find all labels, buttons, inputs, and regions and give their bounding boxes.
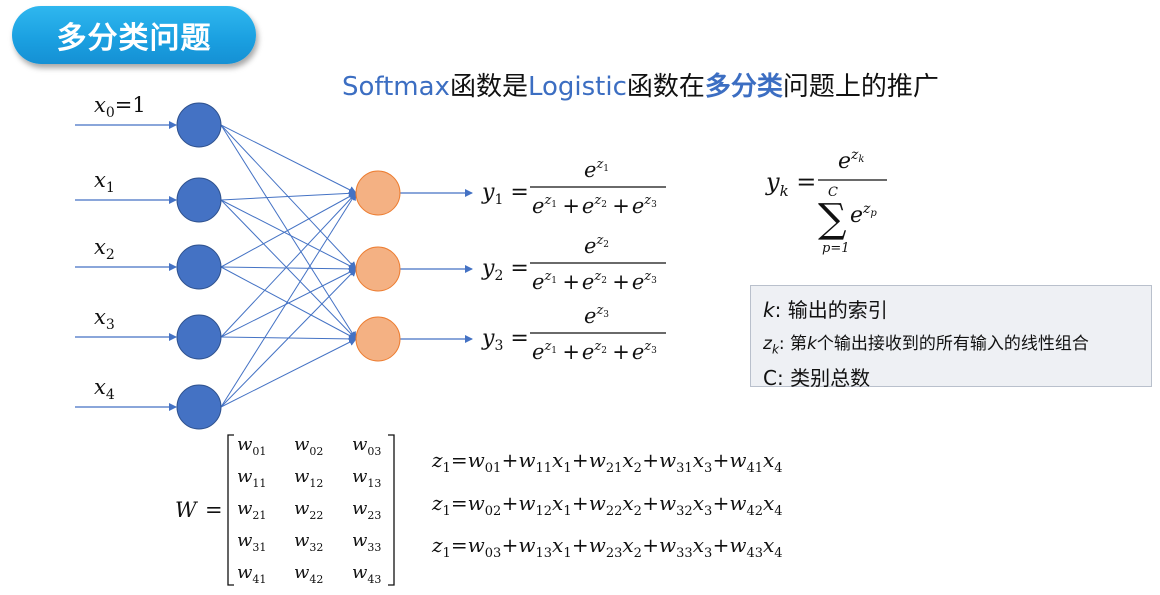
matrix-cell: w22 — [294, 498, 323, 522]
input-label-3: x3 — [94, 305, 115, 333]
matrix-cell: w33 — [352, 530, 381, 554]
legend-k-symbol: k — [763, 298, 775, 322]
edge-2-0 — [220, 192, 357, 268]
sum-lower-limit: p=1 — [822, 241, 850, 256]
legend-box: k: 输出的索引 zk: 第k个输出接收到的所有输入的线性组合 C: 类别总数 — [750, 285, 1152, 390]
matrix-cell: w01 — [237, 434, 266, 458]
output-node-0 — [355, 170, 401, 216]
edge-4-0 — [220, 192, 357, 408]
output-formula-denominator: ez1 +ez2 +ez3 — [532, 339, 657, 364]
legend-c-symbol: C — [763, 366, 777, 391]
linear-equation-1: z1=w01 +w11x1 +w21x2 +w31x3 +w41x4 — [431, 448, 783, 476]
edge-0-2 — [220, 124, 357, 340]
output-formula-lhs: y1 = — [481, 180, 529, 208]
legend-zk-sub: k — [771, 342, 779, 357]
matrix-right-bracket — [388, 434, 395, 586]
output-formula-lhs: y3 = — [481, 326, 529, 354]
linear-equation-2: z1=w02 +w12x1 +w22x2 +w32x3 +w42x4 — [431, 491, 783, 519]
output-formula-numerator: ez2 — [584, 233, 609, 258]
legend-c-text: : 类别总数 — [776, 366, 871, 391]
sum-sign: ∑ — [818, 196, 847, 242]
matrix-cell: w21 — [237, 498, 266, 522]
input-label-2: x2 — [94, 235, 115, 263]
output-formula-numerator: ez3 — [584, 303, 609, 328]
network-nodes — [176, 102, 401, 430]
linear-equation-3: z1=w03 +w13x1 +w23x2 +w33x3 +w43x4 — [431, 533, 783, 561]
legend-c-row: C: 类别总数 — [763, 362, 1139, 391]
legend-zk-symbol: z — [763, 334, 772, 354]
edge-1-0 — [220, 189, 357, 201]
edge-2-1 — [220, 264, 357, 273]
matrix-cell: w12 — [294, 466, 323, 490]
input-node-2 — [176, 244, 222, 290]
input-label-4: x4 — [94, 375, 115, 403]
network-edges — [75, 121, 473, 411]
output-formulas: y1 = ez1 ez1 +ez2 +ez3 y2 = ez2 ez1 +ez2 +ez… — [481, 157, 666, 364]
output-formula-2: y2 = ez2 ez1 +ez2 +ez3 — [481, 233, 666, 294]
output-formula-3: y3 = ez3 ez1 +ez2 +ez3 — [481, 303, 666, 364]
output-node-2 — [355, 316, 401, 362]
matrix-cell: w31 — [237, 530, 266, 554]
general-formula-lhs: yk = — [765, 168, 816, 200]
output-node-1 — [355, 246, 401, 292]
matrix-cell: w11 — [237, 466, 266, 490]
output-formula-1: y1 = ez1 ez1 +ez2 +ez3 — [481, 157, 666, 218]
edge-3-0 — [220, 192, 357, 338]
input-node-3 — [176, 314, 222, 360]
weight-matrix: W = w01 w02 w03 w11 w12 w13 w21 w22 w23 w31 w32 w33 w4… — [175, 434, 395, 586]
general-formula-denominator: ezp — [850, 201, 877, 228]
edge-3-1 — [220, 268, 357, 338]
edge-1-2 — [220, 199, 357, 340]
input-label-0: x0=1 — [94, 93, 146, 121]
input-node-0 — [176, 102, 222, 148]
matrix-equals: = — [205, 498, 223, 522]
output-formula-numerator: ez1 — [584, 157, 609, 182]
input-node-1 — [176, 177, 222, 223]
matrix-cell: w42 — [294, 562, 323, 586]
matrix-cell: w43 — [352, 562, 381, 586]
linear-combination-equations: z1=w01 +w11x1 +w21x2 +w31x3 +w41x4 z1=w0… — [431, 448, 783, 561]
legend-k-row: k: 输出的索引 — [763, 294, 1139, 323]
edge-4-2 — [220, 338, 357, 408]
legend-zk-text-a: : 第 — [778, 334, 808, 354]
general-formula-numerator: ezk — [838, 147, 864, 174]
edge-1-1 — [220, 199, 357, 270]
legend-zk-row: zk: 第k个输出接收到的所有输入的线性组合 — [763, 329, 1139, 356]
edge-0-0 — [220, 124, 357, 194]
legend-zk-text-b: 个输出接收到的所有输入的线性组合 — [816, 334, 1089, 354]
matrix-cell: w13 — [352, 466, 381, 490]
matrix-cell: w41 — [237, 562, 266, 586]
input-label-1: x1 — [94, 168, 115, 196]
matrix-label: W — [175, 498, 199, 522]
network-labels: x0=1 x1 x2 x3 x4 — [94, 93, 146, 403]
input-node-4 — [176, 384, 222, 430]
legend-zk-k: k — [807, 334, 817, 354]
matrix-cell: w23 — [352, 498, 381, 522]
matrix-cell: w03 — [352, 434, 381, 458]
matrix-left-bracket — [227, 434, 234, 586]
output-formula-lhs: y2 = — [481, 256, 529, 284]
output-formula-denominator: ez1 +ez2 +ez3 — [532, 269, 657, 294]
matrix-cell: w02 — [294, 434, 323, 458]
output-formula-denominator: ez1 +ez2 +ez3 — [532, 193, 657, 218]
edge-4-1 — [220, 268, 357, 408]
legend-k-text: : 输出的索引 — [774, 298, 888, 322]
matrix-cell: w32 — [294, 530, 323, 554]
softmax-general-formula: yk =ezkC∑ ezpp=1 — [765, 147, 887, 256]
